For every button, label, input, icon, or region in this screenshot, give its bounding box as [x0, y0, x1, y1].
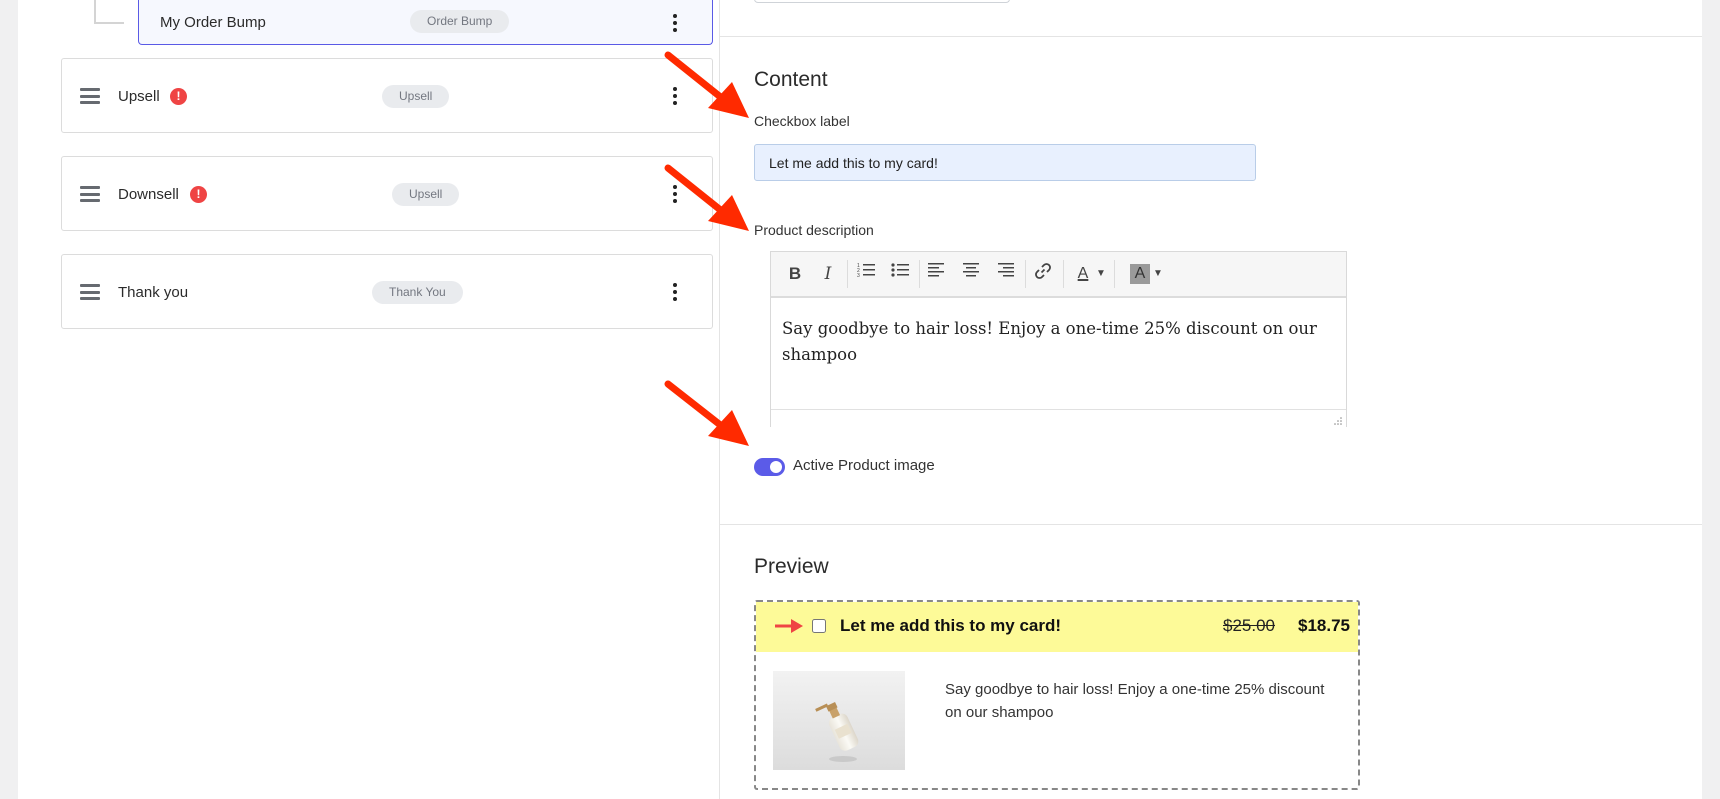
step-type-badge: Upsell [382, 85, 450, 108]
preview-section-title: Preview [754, 555, 829, 578]
align-left-icon[interactable] [925, 262, 947, 286]
step-name: Downsell [118, 186, 179, 203]
funnel-steps-panel: My Order Bump Order Bump Upsell ! Upsell… [18, 0, 720, 799]
step-card-downsell[interactable]: Downsell ! Upsell [61, 156, 713, 231]
more-options-icon[interactable] [672, 14, 678, 32]
product-description-editor[interactable]: B I 123 A ▼ A ▼ Say goodbye to hair loss… [770, 251, 1347, 427]
resize-grip-icon[interactable] [1333, 416, 1342, 425]
more-options-icon[interactable] [672, 283, 678, 301]
discounted-price: $18.75 [1298, 616, 1350, 635]
product-image [773, 671, 905, 770]
step-name: Thank you [118, 284, 189, 301]
alert-icon: ! [190, 186, 207, 203]
active-product-image-toggle[interactable] [754, 458, 785, 476]
step-name: Upsell [118, 88, 160, 105]
more-options-icon[interactable] [672, 87, 678, 105]
preview-checkbox[interactable] [812, 619, 826, 633]
italic-icon[interactable]: I [817, 262, 839, 286]
preview-header: Let me add this to my card! $25.00 $18.7… [756, 602, 1358, 652]
preview-checkbox-text: Let me add this to my card! [840, 616, 1062, 635]
ordered-list-icon[interactable]: 123 [855, 262, 877, 286]
bold-icon[interactable]: B [784, 262, 806, 286]
alert-icon: ! [170, 88, 187, 105]
section-divider [720, 524, 1702, 525]
checkbox-label-input[interactable] [754, 144, 1256, 181]
step-name: My Order Bump [160, 14, 266, 31]
checkbox-label-label: Checkbox label [754, 113, 850, 129]
drag-handle-icon[interactable] [80, 186, 100, 202]
step-card-order-bump[interactable]: My Order Bump Order Bump [138, 0, 713, 45]
order-bump-preview: Let me add this to my card! $25.00 $18.7… [754, 600, 1360, 790]
original-price: $25.00 [1223, 616, 1275, 635]
preview-description: Say goodbye to hair loss! Enjoy a one-ti… [945, 681, 1325, 721]
step-type-badge: Upsell [392, 183, 460, 206]
arrow-right-icon [775, 619, 803, 633]
svg-text:3: 3 [857, 273, 860, 278]
align-right-icon[interactable] [995, 262, 1017, 286]
background-color-dropdown-icon[interactable]: ▼ [1152, 262, 1164, 286]
active-product-image-label: Active Product image [793, 457, 935, 474]
step-settings-panel: Content Checkbox label Product descripti… [720, 0, 1702, 799]
bullet-list-icon[interactable] [889, 262, 911, 286]
step-type-badge: Order Bump [410, 10, 510, 33]
editor-content[interactable]: Say goodbye to hair loss! Enjoy a one-ti… [782, 316, 1322, 368]
align-center-icon[interactable] [960, 262, 982, 286]
tree-connector [94, 0, 124, 24]
step-card-upsell[interactable]: Upsell ! Upsell [61, 58, 713, 133]
text-color-dropdown-icon[interactable]: ▼ [1095, 262, 1107, 286]
editor-toolbar: B I 123 A ▼ A ▼ [771, 252, 1346, 298]
step-card-thank-you[interactable]: Thank you Thank You [61, 254, 713, 329]
background-color-icon[interactable]: A [1130, 264, 1150, 284]
previous-field-input[interactable] [754, 0, 1010, 3]
drag-handle-icon[interactable] [80, 88, 100, 104]
editor-status-bar [771, 409, 1346, 427]
step-type-badge: Thank You [372, 281, 463, 304]
text-color-icon[interactable]: A [1073, 262, 1093, 286]
drag-handle-icon[interactable] [80, 284, 100, 300]
product-description-label: Product description [754, 222, 874, 238]
link-icon[interactable] [1032, 262, 1054, 286]
section-divider [720, 36, 1702, 37]
content-section-title: Content [754, 68, 828, 91]
more-options-icon[interactable] [672, 185, 678, 203]
